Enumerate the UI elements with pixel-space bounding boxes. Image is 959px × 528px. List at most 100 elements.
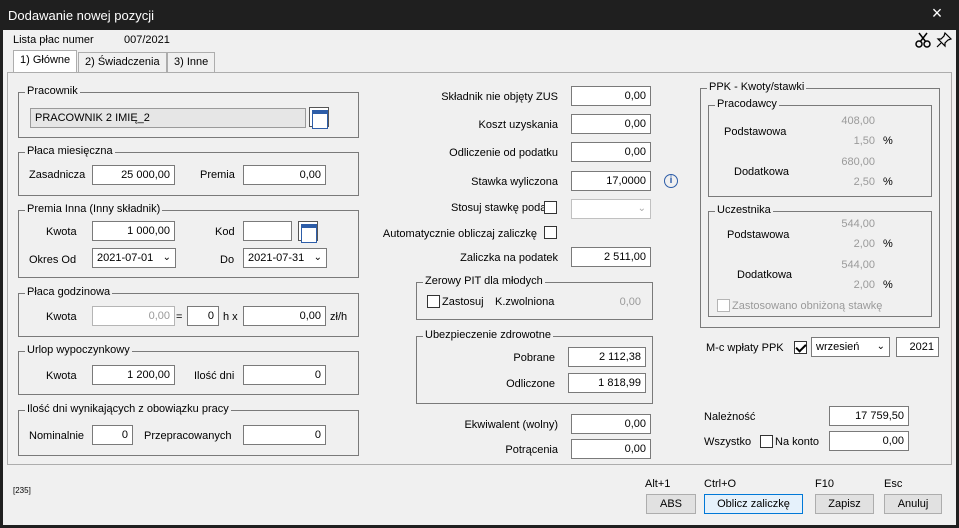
odliczone-label: Odliczone (506, 378, 555, 390)
ekwiwalent-field[interactable]: 0,00 (571, 414, 651, 434)
uczestnika-podst-pct-sign: % (883, 238, 893, 250)
nominalnie-field[interactable]: 0 (92, 425, 133, 445)
pracownik-legend: Pracownik (25, 85, 80, 97)
kod-picker-icon[interactable] (298, 221, 318, 243)
kod-label: Kod (215, 226, 235, 238)
odliczone-field[interactable]: 1 818,99 (568, 373, 646, 393)
premia-label: Premia (200, 169, 235, 181)
pracodawcy-dod-pct: 2,50 (853, 176, 875, 188)
premia-kwota-label: Kwota (46, 226, 77, 238)
okres-od-select[interactable]: 2021-07-01 ⌄ (92, 248, 176, 268)
abs-shortcut: Alt+1 (645, 478, 671, 490)
urlop-ilosc-label: Ilość dni (194, 370, 235, 382)
skladnik-field[interactable]: 0,00 (571, 86, 651, 106)
tab-inne[interactable]: 3) Inne (167, 52, 216, 72)
stawka-field[interactable]: 17,0000 (571, 171, 651, 191)
premia-kwota-field[interactable]: 1 000,00 (92, 221, 175, 241)
pracownik-field[interactable]: PRACOWNIK 2 IMIĘ_2 (30, 108, 306, 128)
potracenia-label: Potrącenia (505, 444, 558, 456)
obnizona-checkbox (717, 299, 730, 312)
ubezpieczenie-legend: Ubezpieczenie zdrowotne (423, 329, 553, 341)
na-konto-field[interactable]: 0,00 (829, 431, 909, 451)
zapisz-button[interactable]: Zapisz (815, 494, 874, 514)
anuluj-button[interactable]: Anuluj (884, 494, 942, 514)
pracownik-picker-icon[interactable] (309, 107, 329, 129)
urlop-kwota-field[interactable]: 1 200,00 (92, 365, 175, 385)
auto-checkbox[interactable] (544, 226, 557, 239)
anuluj-shortcut: Esc (884, 478, 903, 490)
chevron-down-icon: ⌄ (313, 252, 322, 263)
urlop-kwota-label: Kwota (46, 370, 77, 382)
stawka-select: ⌄ (571, 199, 651, 219)
rate-unit: zł/h (330, 311, 348, 323)
scissors-icon[interactable] (915, 32, 931, 48)
zapisz-shortcut: F10 (815, 478, 834, 490)
naleznosc-field[interactable]: 17 759,50 (829, 406, 909, 426)
zaliczka-label: Zaliczka na podatek (460, 252, 558, 264)
pobrane-field[interactable]: 2 112,38 (568, 347, 646, 367)
urlop-legend: Urlop wypoczynkowy (25, 344, 132, 356)
info-icon[interactable]: i (664, 174, 678, 188)
zasadnicza-label: Zasadnicza (29, 169, 86, 181)
hours-field[interactable]: 0 (187, 306, 219, 326)
tab-glowne[interactable]: 1) Główne (13, 50, 78, 72)
ppk-legend: PPK - Kwoty/stawki (707, 81, 807, 93)
zasadnicza-field[interactable]: 25 000,00 (92, 165, 175, 185)
okres-od-value: 2021-07-01 (97, 252, 154, 264)
uczestnika-dod-pct-sign: % (883, 279, 893, 291)
przepracowanych-field[interactable]: 0 (243, 425, 326, 445)
koszt-label: Koszt uzyskania (478, 119, 558, 131)
skladnik-label: Składnik nie objęty ZUS (441, 91, 558, 103)
uczestnika-dod-label: Dodatkowa (737, 269, 793, 281)
chevron-down-icon: ⌄ (637, 203, 646, 214)
tab-swiadczenia[interactable]: 2) Świadczenia (78, 52, 167, 72)
urlop-ilosc-field[interactable]: 0 (243, 365, 326, 385)
do-label: Do (220, 254, 235, 266)
kzw-value: 0,00 (619, 296, 641, 308)
odliczenie-field[interactable]: 0,00 (571, 142, 651, 162)
kzw-label: K.zwolniona (495, 296, 555, 308)
oblicz-shortcut: Ctrl+O (704, 478, 737, 490)
wszystko-checkbox[interactable] (760, 435, 773, 448)
chevron-down-icon: ⌄ (876, 341, 885, 352)
year-field[interactable]: 2021 (896, 337, 939, 357)
abs-button[interactable]: ABS (646, 494, 696, 514)
rate-field[interactable]: 0,00 (243, 306, 326, 326)
stawka-label: Stawka wyliczona (471, 176, 558, 188)
pracodawcy-dod-label: Dodatkowa (734, 166, 790, 178)
group-pracodawcy: Pracodawcy (708, 98, 932, 197)
przepracowanych-label: Przepracowanych (144, 430, 232, 442)
auto-label: Automatycznie obliczaj zaliczkę (382, 228, 537, 240)
zastosuj-checkbox[interactable] (427, 295, 440, 308)
okres-do-select[interactable]: 2021-07-31 ⌄ (243, 248, 327, 268)
month-select[interactable]: wrzesień ⌄ (811, 337, 890, 357)
stosuj-checkbox[interactable] (544, 201, 557, 214)
pobrane-label: Pobrane (513, 352, 555, 364)
zerowy-pit-legend: Zerowy PIT dla młodych (423, 275, 545, 287)
premia-field[interactable]: 0,00 (243, 165, 326, 185)
pracodawcy-legend: Pracodawcy (715, 98, 779, 110)
record-code: [235] (13, 486, 31, 495)
ppk-checkbox[interactable] (794, 341, 807, 354)
oblicz-zaliczke-button[interactable]: Oblicz zaliczkę (704, 494, 803, 514)
zastosuj-label: Zastosuj (442, 296, 484, 308)
okres-od-label: Okres Od (29, 254, 77, 266)
month-value: wrzesień (816, 341, 860, 353)
uczestnika-legend: Uczestnika (715, 204, 773, 216)
hx-label: h x (223, 311, 238, 323)
pracodawcy-podst-label: Podstawowa (724, 126, 787, 138)
uczestnika-dod-pct: 2,00 (853, 279, 875, 291)
pracodawcy-dod-kwota: 680,00 (841, 156, 875, 168)
close-icon[interactable]: × (929, 3, 945, 23)
lista-number: 007/2021 (124, 34, 170, 46)
potracenia-field[interactable]: 0,00 (571, 439, 651, 459)
kod-field[interactable] (243, 221, 292, 241)
zaliczka-field[interactable]: 2 511,00 (571, 247, 651, 267)
pin-icon[interactable] (936, 32, 952, 48)
pracodawcy-podst-pct: 1,50 (853, 135, 875, 147)
odliczenie-label: Odliczenie od podatku (449, 147, 558, 159)
na-konto-label: Na konto (775, 436, 820, 448)
wszystko-label: Wszystko (704, 436, 752, 448)
naleznosc-label: Należność (704, 411, 756, 423)
koszt-field[interactable]: 0,00 (571, 114, 651, 134)
